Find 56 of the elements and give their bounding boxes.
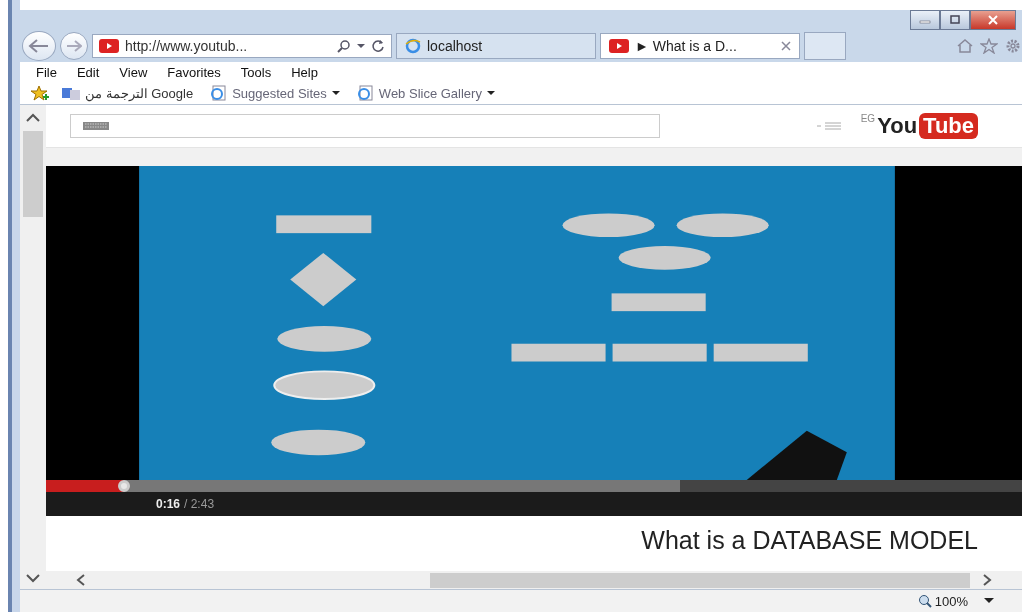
browser-tab[interactable]: ► What is a D... [600,33,800,59]
zoom-button[interactable]: 100% [911,592,974,610]
close-tab-icon[interactable] [781,41,791,51]
search-icon[interactable] [337,39,351,53]
video-site-icon [609,39,629,53]
scroll-right-icon[interactable] [982,574,992,586]
video-site-icon [99,39,119,53]
search-field[interactable] [70,114,660,138]
settings-icon[interactable] [1004,38,1022,54]
favorites-link[interactable]: Web Slice Gallery [351,85,499,101]
vertical-scrollbar[interactable] [20,105,46,589]
scroll-up-icon[interactable] [26,113,40,123]
favorites-link[interactable]: Suggested Sites [205,85,344,101]
star-icon[interactable] [980,38,998,54]
browser-e-icon [405,38,421,54]
refresh-icon[interactable] [371,39,385,53]
page-e-icon [209,85,228,101]
address-text: http://www.youtub... [125,38,249,54]
page-e-icon [355,85,374,101]
close-icon [987,15,999,25]
menu-item[interactable]: File [26,64,67,80]
new-tab-button[interactable] [804,32,846,60]
home-icon[interactable] [956,38,974,54]
maximize-button[interactable] [940,10,970,30]
video-title: What is a DATABASE MODEL [641,526,978,555]
scroll-left-icon[interactable] [76,574,86,586]
translate-icon [62,86,80,100]
scroll-down-icon[interactable] [26,573,40,583]
forward-button[interactable] [60,32,88,60]
favorites-link[interactable]: الترجمة من Google [58,85,198,101]
caret-icon[interactable] [357,43,365,49]
total-time: / 2:43 [184,497,215,511]
back-button[interactable] [22,31,56,61]
video-player[interactable]: 0:16 / 2:43 [46,166,1022,516]
menu-item[interactable]: Tools [230,64,282,80]
favorites-star-icon[interactable] [30,85,50,101]
menu-item[interactable]: Edit [66,64,110,80]
horizontal-scrollbar[interactable] [46,571,1022,589]
zoom-icon [917,594,932,608]
menu-item[interactable]: Favorites [157,64,231,80]
caret-icon [331,90,340,96]
progress-bar[interactable] [46,480,1022,492]
close-button[interactable] [970,10,1016,30]
menu-item[interactable]: View [109,64,158,80]
minimize-button[interactable] [910,10,940,30]
back-arrow-icon [28,39,50,53]
maximize-icon [949,15,961,25]
current-time: 0:16 [156,497,181,511]
forward-arrow-icon [66,40,82,52]
scroll-thumb[interactable] [430,572,970,588]
scroll-thumb[interactable] [23,131,43,217]
caret-icon[interactable] [984,598,994,604]
menu-item[interactable]: Help [281,64,328,80]
caret-icon [486,90,495,96]
browser-tab[interactable]: localhost [396,33,596,59]
address-bar[interactable]: http://www.youtub... [92,34,392,58]
